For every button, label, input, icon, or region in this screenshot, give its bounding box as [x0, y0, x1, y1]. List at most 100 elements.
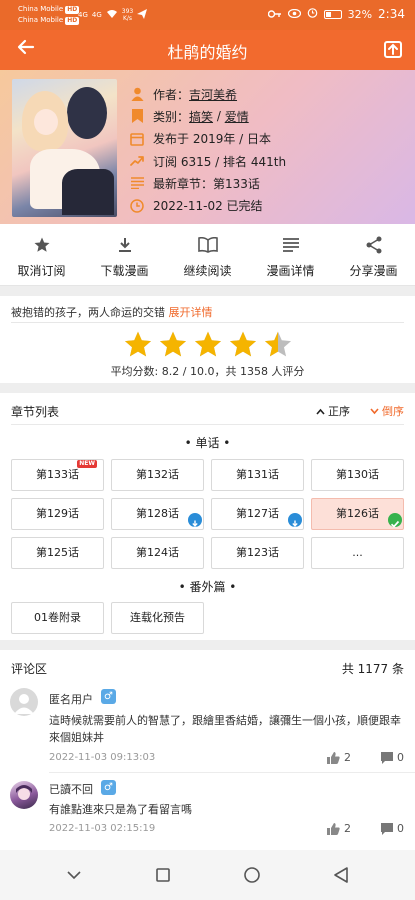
circle-icon [244, 867, 260, 883]
chapter-list-section: 章节列表 正序 倒序 • 单话 • 第133话 NEW 第132话 第131话 第… [0, 393, 415, 640]
category-link-romance[interactable]: 爱情 [225, 108, 249, 125]
clock-icon [130, 198, 144, 213]
triangle-back-icon [333, 867, 348, 883]
comment-text: 這時候就需要前人的智慧了，跟繪里香結婚，讓彌生一個小孩，順便跟幸來個姐妹丼 [49, 714, 401, 744]
eye-icon [287, 7, 301, 21]
avatar[interactable] [10, 781, 38, 809]
extra-chapter-button[interactable]: 01卷附录 [11, 602, 104, 634]
carrier-1: China Mobile [18, 5, 64, 13]
comic-info-header: 作者： 吉河美希 类别： 搞笑 / 爱情 发布于 2019年 / 日本 订阅 631… [0, 70, 415, 224]
chapter-button-last-read[interactable]: 第126话 [311, 498, 404, 530]
export-icon [384, 41, 402, 58]
comic-meta: 作者： 吉河美希 类别： 搞笑 / 爱情 发布于 2019年 / 日本 订阅 631… [130, 83, 286, 217]
description-text: 被抱错的孩子，两人命运的交错 [11, 306, 165, 319]
list-icon [280, 234, 302, 256]
sort-descending-label: 倒序 [382, 405, 404, 418]
username[interactable]: 匿名用户 [49, 691, 93, 707]
clock: 2:34 [378, 7, 405, 21]
lines-icon [130, 176, 144, 190]
comment-time: 2022-11-03 09:13:03 [49, 752, 156, 763]
like-count: 2 [344, 751, 351, 764]
book-icon [197, 234, 219, 256]
author-link[interactable]: 吉河美希 [189, 86, 237, 103]
carrier-2: China Mobile [18, 16, 64, 24]
chapter-button[interactable]: 第123话 [211, 537, 304, 569]
thumbs-up-icon [327, 751, 340, 764]
unsubscribe-label: 取消订阅 [17, 264, 66, 278]
export-button[interactable] [383, 39, 403, 59]
check-icon [388, 513, 402, 528]
rating-star-icon [157, 329, 189, 363]
continue-reading-button[interactable]: 继续阅读 [166, 224, 249, 285]
subscriptions-row: 订阅 6315 / 排名 441th [130, 150, 286, 172]
updated-row: 2022-11-02 已完结 [130, 194, 286, 216]
subscriptions-text: 订阅 6315 / 排名 441th [153, 154, 287, 169]
chevron-down-icon [67, 870, 81, 879]
unsubscribe-button[interactable]: 取消订阅 [0, 224, 83, 285]
comments-title: 评论区 [11, 662, 48, 676]
category-separator: / [213, 109, 225, 124]
new-badge: NEW [77, 460, 97, 468]
download-icon [114, 234, 136, 256]
like-button[interactable]: 2 [327, 822, 351, 835]
reply-button[interactable]: 0 [381, 751, 404, 764]
share-label: 分享漫画 [349, 264, 398, 278]
chapter-button[interactable]: 第125话 [11, 537, 104, 569]
downloaded-icon [288, 513, 302, 529]
chapter-button[interactable]: 第133话 NEW [11, 459, 104, 491]
details-label: 漫画详情 [266, 264, 315, 278]
author-prefix: 作者： [153, 87, 190, 102]
rating-star-icon [227, 329, 259, 363]
download-label: 下载漫画 [100, 264, 149, 278]
like-button[interactable]: 2 [327, 751, 351, 764]
nav-home-button[interactable] [240, 863, 264, 887]
network-1: 4G [78, 11, 88, 19]
extra-chapter-button[interactable]: 连载化预告 [111, 602, 204, 634]
username[interactable]: 已讀不回 [49, 781, 93, 797]
rating-star-icon [122, 329, 154, 363]
sort-ascending-label: 正序 [328, 405, 350, 418]
sort-ascending-button[interactable]: 正序 [316, 403, 350, 419]
comic-cover[interactable] [12, 79, 117, 217]
chapter-button[interactable]: 第130话 [311, 459, 404, 491]
comments-count: 共 1177 条 [341, 662, 404, 676]
downloaded-icon [188, 513, 202, 529]
star-icon [31, 234, 53, 256]
male-icon: ♂ [101, 780, 116, 795]
details-button[interactable]: 漫画详情 [249, 224, 332, 285]
rating-stars [122, 329, 294, 363]
description-section: 被抱错的孩子，两人命运的交错 展开详情 平均分数: 8.2 / 10.0，共 1… [0, 296, 415, 383]
nav-recents-button[interactable] [151, 863, 175, 887]
more-chapters-button[interactable]: ... [311, 537, 404, 569]
sort-descending-button[interactable]: 倒序 [370, 403, 404, 419]
page-title: 杜鹃的婚约 [167, 43, 248, 62]
trending-icon [130, 154, 144, 168]
description: 被抱错的孩子，两人命运的交错 展开详情 [11, 304, 213, 320]
continue-reading-label: 继续阅读 [183, 264, 232, 278]
chapter-button[interactable]: 第124话 [111, 537, 204, 569]
comments-section: 评论区 共 1177 条 匿名用户 ♂ 這時候就需要前人的智慧了，跟繪里香結婚，… [0, 650, 415, 850]
nav-down-button[interactable] [62, 863, 86, 887]
nav-back-button[interactable] [329, 863, 353, 887]
battery-icon [323, 9, 342, 19]
wifi-icon [106, 9, 118, 21]
chapter-button[interactable]: 第129话 [11, 498, 104, 530]
share-icon [363, 234, 385, 256]
download-button[interactable]: 下载漫画 [83, 224, 166, 285]
chapter-button[interactable]: 第132话 [111, 459, 204, 491]
chapter-button[interactable]: 第131话 [211, 459, 304, 491]
expand-details-link[interactable]: 展开详情 [169, 306, 213, 319]
chapter-button[interactable]: 第128话 [111, 498, 204, 530]
reply-button[interactable]: 0 [381, 822, 404, 835]
action-bar: 取消订阅 下载漫画 继续阅读 漫画详情 分享漫画 [0, 224, 415, 286]
chevron-up-icon [316, 408, 325, 415]
chapter-list-title: 章节列表 [11, 405, 60, 419]
category-link-comedy[interactable]: 搞笑 [189, 108, 213, 125]
chevron-down-icon [370, 408, 379, 415]
chapter-button[interactable]: 第127话 [211, 498, 304, 530]
calendar-icon [130, 132, 144, 146]
network-speed: 393 K/s [121, 8, 134, 22]
share-button[interactable]: 分享漫画 [332, 224, 415, 285]
avatar[interactable] [10, 688, 38, 716]
category-row: 类别： 搞笑 / 爱情 [130, 105, 286, 127]
